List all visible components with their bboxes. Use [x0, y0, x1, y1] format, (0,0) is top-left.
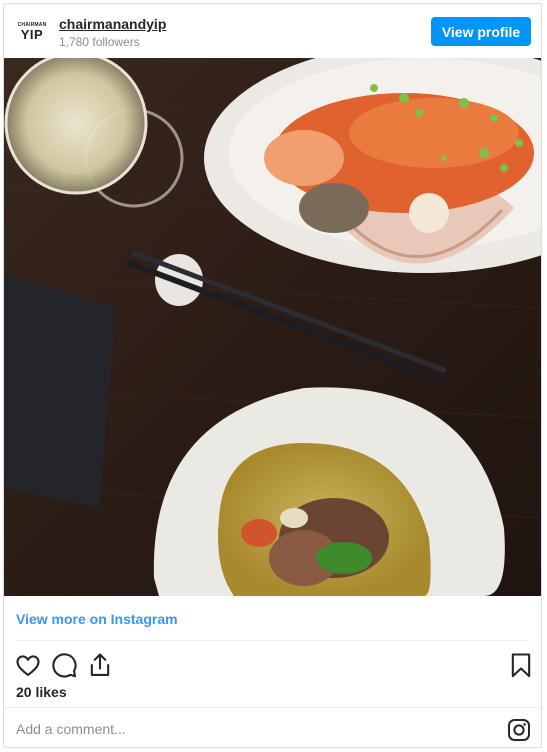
view-more-on-instagram-link[interactable]: View more on Instagram [16, 611, 178, 627]
follower-count: 1,780 followers [59, 35, 140, 49]
bookmark-icon[interactable] [507, 651, 535, 679]
share-icon[interactable] [86, 651, 114, 679]
post-image[interactable] [4, 58, 541, 596]
heart-icon[interactable] [14, 651, 42, 679]
comment-icon[interactable] [50, 651, 78, 679]
post-actions [4, 647, 541, 683]
comment-bar: Add a comment... [4, 707, 541, 747]
comment-input[interactable]: Add a comment... [16, 721, 126, 737]
avatar[interactable]: CHAIRMAN YIP [16, 16, 48, 48]
username-link[interactable]: chairmanandyip [59, 16, 166, 32]
view-profile-button[interactable]: View profile [431, 17, 531, 46]
food-photo [4, 58, 541, 596]
instagram-embed-card: CHAIRMAN YIP chairmanandyip 1,780 follow… [3, 3, 542, 748]
post-header: CHAIRMAN YIP chairmanandyip 1,780 follow… [4, 4, 541, 58]
avatar-big-text: YIP [20, 27, 44, 42]
instagram-icon[interactable] [507, 718, 531, 742]
divider [16, 640, 529, 641]
likes-count: 20 likes [16, 684, 67, 700]
